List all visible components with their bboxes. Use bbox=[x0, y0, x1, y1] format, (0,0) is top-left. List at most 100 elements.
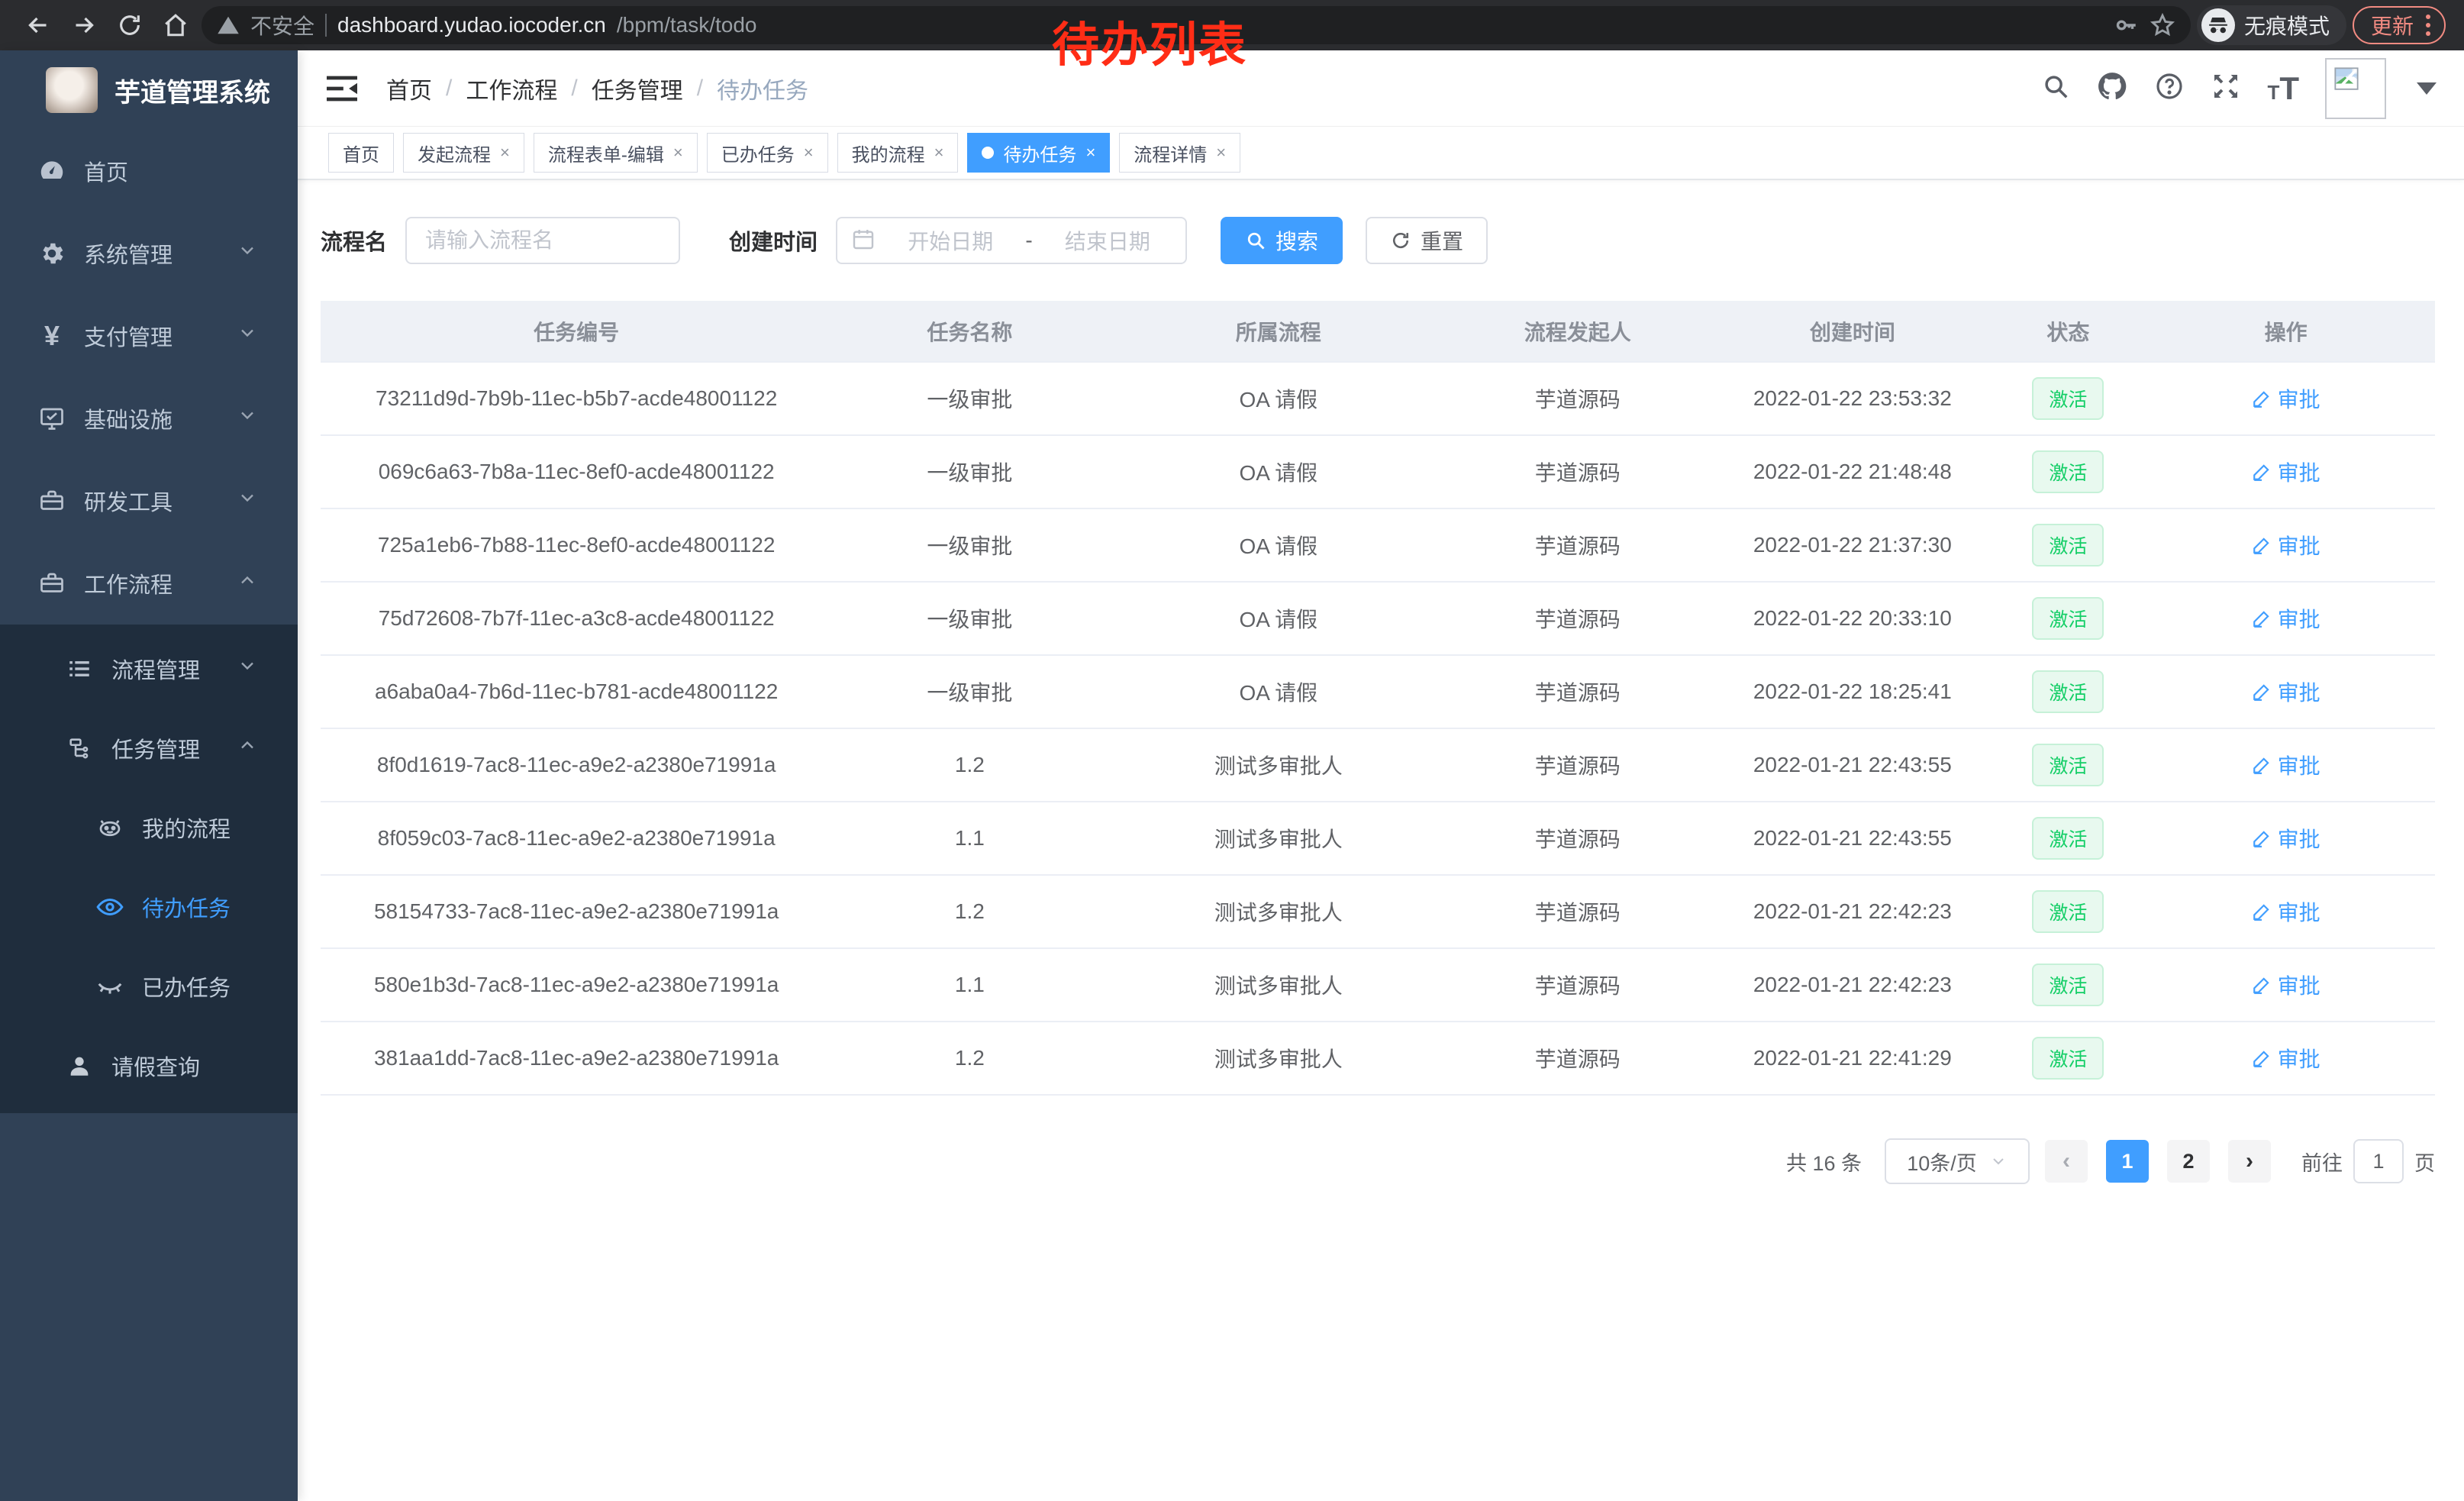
task-name: 一级审批 bbox=[832, 508, 1107, 582]
status-badge: 激活 bbox=[2032, 1037, 2104, 1080]
tab-process-detail[interactable]: 流程详情 × bbox=[1119, 133, 1240, 173]
help-icon[interactable] bbox=[2154, 71, 2185, 105]
list-tree-icon bbox=[64, 656, 95, 682]
tab-start-process[interactable]: 发起流程 × bbox=[403, 133, 524, 173]
task-process: OA 请假 bbox=[1107, 582, 1450, 655]
close-icon[interactable]: × bbox=[934, 143, 944, 163]
next-page-button[interactable]: › bbox=[2228, 1140, 2271, 1183]
key-icon[interactable] bbox=[2113, 12, 2139, 38]
home-icon[interactable] bbox=[156, 5, 195, 45]
page-1-button[interactable]: 1 bbox=[2106, 1140, 2149, 1183]
font-size-icon[interactable]: TT bbox=[2267, 70, 2299, 107]
task-name: 一级审批 bbox=[832, 582, 1107, 655]
table-row: 75d72608-7b7f-11ec-a3c8-acde48001122 一级审… bbox=[321, 582, 2435, 655]
goto-page-input[interactable] bbox=[2353, 1139, 2404, 1183]
sidebar-item-workflow[interactable]: 工作流程 bbox=[0, 542, 298, 625]
tags-view: 首页 发起流程 × 流程表单-编辑 × 已办任务 × 我的流程 × 待办任务 × bbox=[298, 127, 2464, 180]
reset-button[interactable]: 重置 bbox=[1366, 217, 1488, 264]
tab-done-tasks[interactable]: 已办任务 × bbox=[707, 133, 828, 173]
task-id: 381aa1dd-7ac8-11ec-a9e2-a2380e71991a bbox=[321, 1022, 832, 1095]
task-id: a6aba0a4-7b6d-11ec-b781-acde48001122 bbox=[321, 655, 832, 728]
breadcrumb-workflow[interactable]: 工作流程 bbox=[466, 72, 557, 105]
status-badge: 激活 bbox=[2032, 964, 2104, 1006]
tab-label: 已办任务 bbox=[721, 140, 795, 166]
logo-row[interactable]: 芋道管理系统 bbox=[0, 50, 298, 130]
tab-home[interactable]: 首页 bbox=[328, 133, 394, 173]
close-icon[interactable]: × bbox=[1216, 143, 1226, 163]
approve-button[interactable]: 审批 bbox=[2252, 530, 2320, 560]
sidebar-item-leave-query[interactable]: 请假查询 bbox=[0, 1026, 298, 1106]
col-actions: 操作 bbox=[2137, 301, 2435, 362]
avatar[interactable] bbox=[2325, 58, 2386, 119]
browser-menu-icon[interactable] bbox=[2426, 15, 2430, 36]
sidebar-item-process-mgmt[interactable]: 流程管理 bbox=[0, 629, 298, 709]
sidebar-item-home[interactable]: 首页 bbox=[0, 130, 298, 212]
task-name: 1.1 bbox=[832, 948, 1107, 1022]
close-icon[interactable]: × bbox=[500, 143, 510, 163]
approve-button[interactable]: 审批 bbox=[2252, 896, 2320, 927]
tab-my-process[interactable]: 我的流程 × bbox=[837, 133, 959, 173]
edit-icon bbox=[2252, 462, 2272, 482]
approve-button[interactable]: 审批 bbox=[2252, 603, 2320, 634]
bookmark-star-icon[interactable] bbox=[2150, 12, 2175, 38]
sidebar-item-infrastructure[interactable]: 基础设施 bbox=[0, 377, 298, 460]
approve-button[interactable]: 审批 bbox=[2252, 1043, 2320, 1073]
process-name-input[interactable] bbox=[405, 217, 680, 264]
tab-label: 待办任务 bbox=[1003, 140, 1076, 166]
security-label: 不安全 bbox=[250, 10, 314, 40]
chevron-down-icon bbox=[237, 487, 258, 515]
update-button[interactable]: 更新 bbox=[2353, 6, 2446, 44]
workflow-submenu: 流程管理 任务管理 bbox=[0, 625, 298, 1113]
approve-button[interactable]: 审批 bbox=[2252, 970, 2320, 1000]
sidebar-item-todo-tasks[interactable]: 待办任务 bbox=[0, 867, 298, 947]
sidebar-menu: 首页 系统管理 ¥ 支付管理 bbox=[0, 130, 298, 1113]
task-id: 8f0d1619-7ac8-11ec-a9e2-a2380e71991a bbox=[321, 728, 832, 802]
toolbox-icon bbox=[37, 570, 67, 597]
sidebar-item-done-tasks[interactable]: 已办任务 bbox=[0, 947, 298, 1026]
task-created: 2022-01-21 22:42:23 bbox=[1705, 948, 1999, 1022]
page-size-select[interactable]: 10条/页 bbox=[1885, 1138, 2030, 1184]
github-icon[interactable] bbox=[2096, 70, 2128, 106]
security-warning-icon[interactable] bbox=[217, 14, 240, 37]
chevron-down-icon bbox=[237, 322, 258, 350]
search-button[interactable]: 搜索 bbox=[1221, 217, 1343, 264]
breadcrumb-current: 待办任务 bbox=[717, 72, 808, 105]
fullscreen-icon[interactable] bbox=[2211, 71, 2241, 105]
close-icon[interactable]: × bbox=[673, 143, 683, 163]
task-process: 测试多审批人 bbox=[1107, 875, 1450, 948]
user-menu-caret-icon[interactable] bbox=[2417, 82, 2437, 95]
prev-page-button[interactable]: ‹ bbox=[2045, 1140, 2088, 1183]
reload-icon[interactable] bbox=[110, 5, 150, 45]
approve-button[interactable]: 审批 bbox=[2252, 457, 2320, 487]
close-icon[interactable]: × bbox=[804, 143, 814, 163]
sidebar-item-label: 首页 bbox=[84, 155, 128, 187]
back-icon[interactable] bbox=[18, 5, 58, 45]
close-icon[interactable]: × bbox=[1085, 143, 1095, 163]
status-badge: 激活 bbox=[2032, 744, 2104, 786]
search-icon[interactable] bbox=[2041, 72, 2070, 105]
sidebar-item-my-process[interactable]: 我的流程 bbox=[0, 788, 298, 867]
tab-label: 我的流程 bbox=[852, 140, 925, 166]
sidebar-item-payment[interactable]: ¥ 支付管理 bbox=[0, 295, 298, 377]
tab-todo-tasks[interactable]: 待办任务 × bbox=[967, 133, 1110, 173]
approve-button[interactable]: 审批 bbox=[2252, 750, 2320, 780]
forward-icon[interactable] bbox=[64, 5, 104, 45]
tab-form-edit[interactable]: 流程表单-编辑 × bbox=[534, 133, 698, 173]
approve-button[interactable]: 审批 bbox=[2252, 676, 2320, 707]
sidebar-item-devtools[interactable]: 研发工具 bbox=[0, 460, 298, 542]
task-created: 2022-01-22 20:33:10 bbox=[1705, 582, 1999, 655]
breadcrumb-home[interactable]: 首页 bbox=[386, 72, 432, 105]
sidebar-item-task-mgmt[interactable]: 任务管理 bbox=[0, 709, 298, 788]
robot-face-icon bbox=[95, 814, 125, 841]
date-range-picker[interactable]: 开始日期 - 结束日期 bbox=[836, 217, 1187, 264]
sidebar-collapse-icon[interactable] bbox=[325, 72, 359, 105]
org-tree-icon bbox=[64, 735, 95, 761]
task-initiator: 芋道源码 bbox=[1450, 948, 1705, 1022]
approve-button[interactable]: 审批 bbox=[2252, 823, 2320, 854]
sidebar-item-system[interactable]: 系统管理 bbox=[0, 212, 298, 295]
toolbox-icon bbox=[37, 487, 67, 515]
breadcrumb-task-mgmt[interactable]: 任务管理 bbox=[592, 72, 683, 105]
page-2-button[interactable]: 2 bbox=[2167, 1140, 2210, 1183]
approve-button[interactable]: 审批 bbox=[2252, 383, 2320, 414]
breadcrumb: 首页 / 工作流程 / 任务管理 / 待办任务 bbox=[386, 72, 808, 105]
